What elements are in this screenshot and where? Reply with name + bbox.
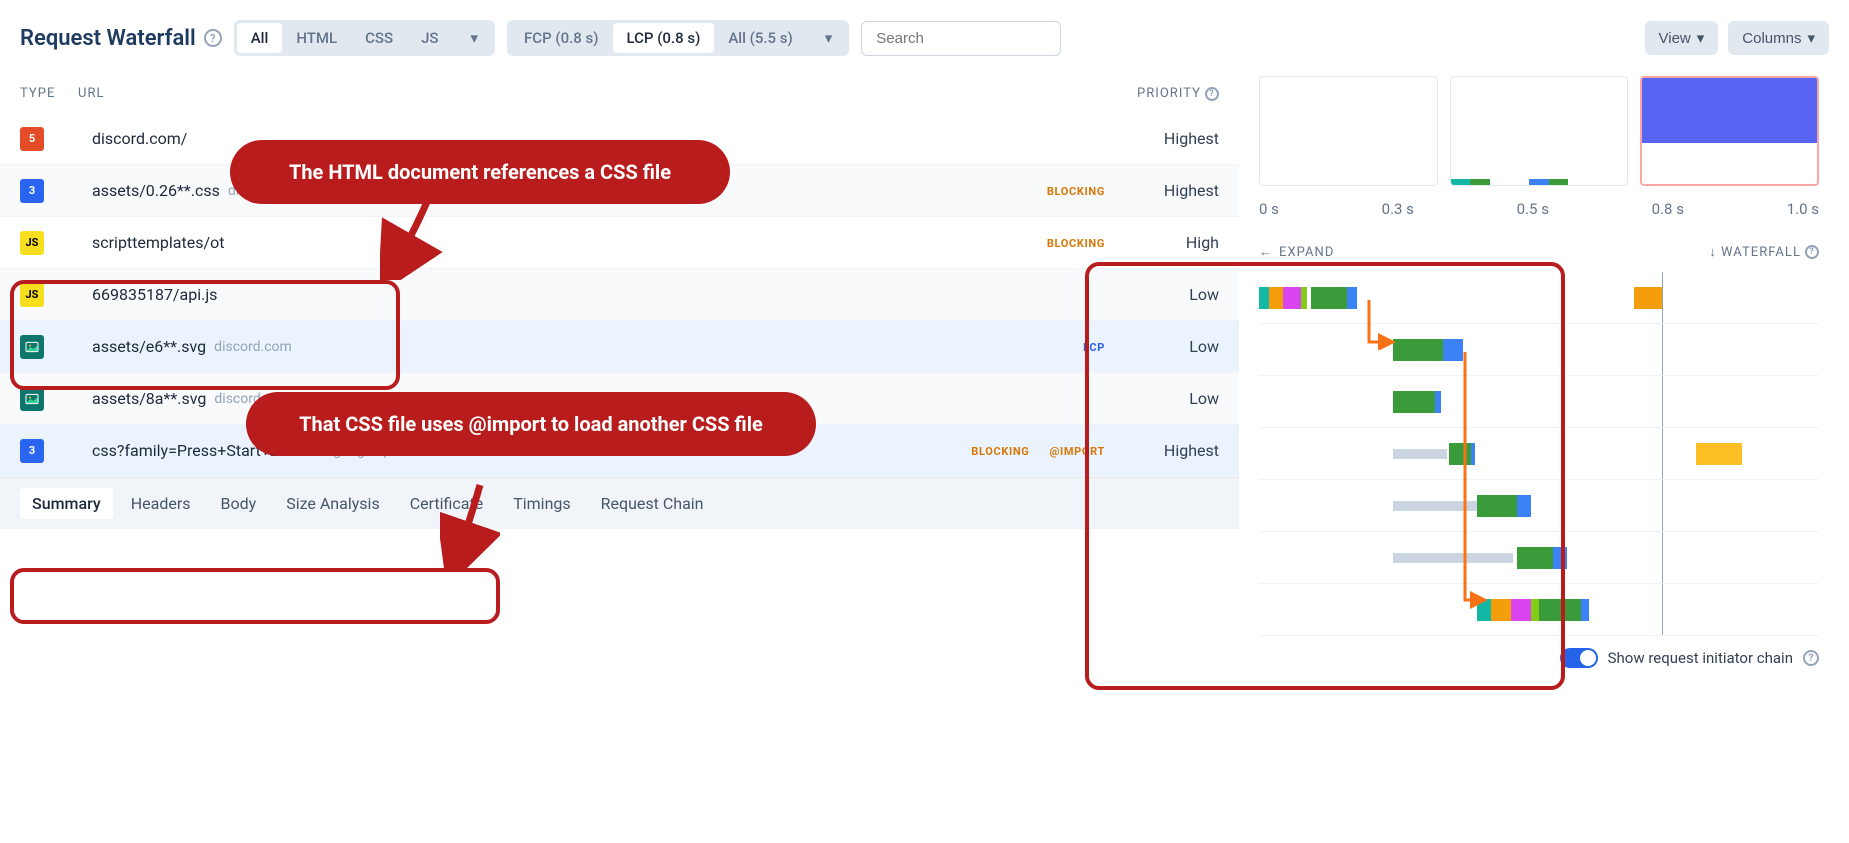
request-url: 669835187/api.js (92, 285, 217, 304)
help-icon[interactable]: ? (1805, 245, 1819, 259)
columns-dropdown[interactable]: Columns ▾ (1728, 21, 1829, 55)
filter-time-more[interactable] (807, 23, 847, 53)
request-priority: Highest (1119, 129, 1219, 148)
detail-tabs: SummaryHeadersBodySize AnalysisCertifica… (0, 477, 1239, 529)
request-url: assets/8a**.svg (92, 389, 206, 408)
timeline-axis: 0 s 0.3 s 0.5 s 0.8 s 1.0 s (1259, 194, 1819, 234)
request-priority: Low (1119, 337, 1219, 356)
request-priority: Highest (1119, 441, 1219, 460)
waterfall-bar[interactable] (1259, 532, 1819, 584)
request-row[interactable]: JS scripttemplates/ot BLOCKING High (0, 217, 1239, 269)
image-icon (20, 335, 44, 359)
request-priority: Highest (1119, 181, 1219, 200)
timeline-tick: 0.8 s (1652, 200, 1684, 218)
col-header-url: URL (78, 86, 1119, 101)
timeline-tick: 0.5 s (1517, 200, 1549, 218)
js-icon: JS (20, 283, 44, 307)
badge-blocking: BLOCKING (965, 443, 1035, 460)
col-header-priority: PRIORITY? (1119, 86, 1219, 101)
tab-request chain[interactable]: Request Chain (589, 488, 716, 519)
request-priority: Low (1119, 285, 1219, 304)
html-icon: 5 (20, 127, 44, 151)
badge-blocking: BLOCKING (1041, 183, 1111, 200)
waterfall-bar[interactable] (1259, 272, 1819, 324)
filmstrip (1259, 76, 1819, 186)
initiator-arrow (1365, 298, 1395, 350)
waterfall-bar[interactable] (1259, 376, 1819, 428)
tab-headers[interactable]: Headers (119, 488, 203, 519)
filter-html[interactable]: HTML (282, 23, 351, 53)
tab-size analysis[interactable]: Size Analysis (274, 488, 392, 519)
filter-js[interactable]: JS (407, 23, 452, 53)
timeline-tick: 1.0 s (1787, 200, 1819, 218)
filmstrip-frame[interactable] (1259, 76, 1438, 186)
page-title-text: Request Waterfall (20, 26, 196, 51)
type-filter-group: All HTML CSS JS (234, 20, 495, 56)
badge-blocking: BLOCKING (1041, 235, 1111, 252)
timeline-tick: 0 s (1259, 200, 1279, 218)
css-icon: 3 (20, 439, 44, 463)
request-url: scripttemplates/ot (92, 233, 224, 252)
request-priority: High (1119, 233, 1219, 252)
expand-waterfall[interactable]: ← EXPAND (1259, 244, 1334, 260)
waterfall-bar[interactable] (1259, 324, 1819, 376)
initiator-chain-toggle[interactable] (1560, 648, 1598, 668)
waterfall-bar[interactable] (1259, 584, 1819, 636)
timing-filter-group: FCP (0.8 s) LCP (0.8 s) All (5.5 s) (507, 20, 849, 56)
image-icon (20, 387, 44, 411)
waterfall-bar[interactable] (1259, 480, 1819, 532)
filmstrip-frame[interactable] (1450, 76, 1629, 186)
help-icon[interactable]: ? (204, 29, 222, 47)
tab-summary[interactable]: Summary (20, 488, 113, 519)
columns-dropdown-label: Columns (1742, 30, 1801, 47)
initiator-chain-label: Show request initiator chain (1608, 649, 1793, 667)
filter-more[interactable] (453, 23, 493, 53)
view-dropdown-label: View (1659, 30, 1691, 47)
annotation-bubble-second: That CSS file uses @import to load anoth… (246, 392, 816, 456)
request-priority: Low (1119, 389, 1219, 408)
request-row[interactable]: assets/e6**.svg discord.com LCP Low (0, 321, 1239, 373)
request-domain: discord.com (214, 339, 292, 355)
col-header-waterfall: ↓ WATERFALL ? (1709, 244, 1819, 260)
annotation-bubble-first: The HTML document references a CSS file (230, 140, 730, 204)
timeline-tick: 0.3 s (1382, 200, 1414, 218)
js-icon: JS (20, 231, 44, 255)
annotation-arrow-first (380, 190, 450, 280)
initiator-arrow (1461, 350, 1487, 610)
filter-all-time[interactable]: All (5.5 s) (714, 23, 806, 53)
search-input[interactable] (861, 21, 1061, 56)
request-url: discord.com/ (92, 129, 187, 148)
waterfall-bar[interactable] (1259, 428, 1819, 480)
filter-lcp[interactable]: LCP (0.8 s) (613, 23, 715, 53)
request-url: assets/0.26**.css (92, 181, 220, 200)
badge-import: @IMPORT (1043, 443, 1111, 460)
filmstrip-frame-active[interactable] (1640, 76, 1819, 186)
view-dropdown[interactable]: View ▾ (1645, 21, 1719, 55)
css-icon: 3 (20, 179, 44, 203)
filter-all[interactable]: All (237, 23, 283, 53)
waterfall-chart (1259, 272, 1819, 636)
filter-css[interactable]: CSS (351, 23, 407, 53)
badge-lcp: LCP (1077, 339, 1111, 356)
filter-fcp[interactable]: FCP (0.8 s) (510, 23, 612, 53)
help-icon[interactable]: ? (1205, 87, 1219, 101)
request-url: assets/e6**.svg (92, 337, 206, 356)
page-title: Request Waterfall ? (20, 26, 222, 51)
help-icon[interactable]: ? (1803, 650, 1819, 666)
request-row[interactable]: JS 669835187/api.js Low (0, 269, 1239, 321)
tab-body[interactable]: Body (209, 488, 269, 519)
tab-timings[interactable]: Timings (501, 488, 582, 519)
col-header-type: TYPE (20, 86, 78, 101)
annotation-arrow-second (440, 480, 500, 570)
